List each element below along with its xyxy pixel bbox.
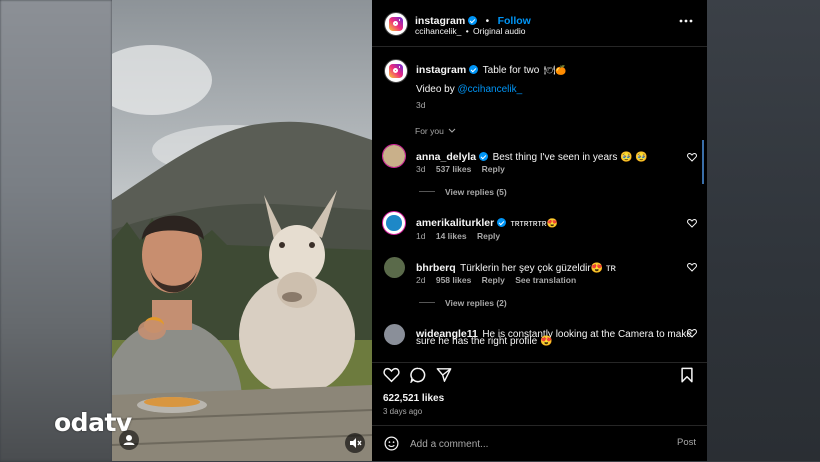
comment-time: 3d <box>416 164 426 174</box>
reply-button[interactable]: Reply <box>482 164 505 174</box>
audio-author-link[interactable]: ccihancelik_ <box>415 26 461 36</box>
verified-badge-icon <box>469 65 479 74</box>
comment-input-bar: Post <box>372 425 707 462</box>
comment-time: 2d <box>416 275 426 285</box>
comment-text: Türklerin her şey çok güzeldir😍 ᴛʀ <box>460 263 616 274</box>
post-date: 3 days ago <box>383 407 423 416</box>
avatar-image <box>384 257 405 278</box>
user-tag-button[interactable] <box>119 430 139 450</box>
save-button-icon[interactable] <box>680 367 694 383</box>
post-header: instagram • Follow ccihancelik_ • Origin… <box>372 0 707 47</box>
share-button-icon[interactable] <box>436 367 452 383</box>
comment-input[interactable] <box>408 435 662 453</box>
comment-likes[interactable]: 958 likes <box>436 275 471 285</box>
comment-body: amerikaliturkler ᴛʀᴛʀᴛʀᴛʀ😍 <box>416 213 558 231</box>
avatar-image <box>383 145 405 167</box>
scrollbar[interactable] <box>702 140 704 184</box>
comment-body: anna_delyla Best thing I've seen in year… <box>416 147 648 165</box>
instagram-logo-icon <box>389 17 403 31</box>
mute-button[interactable] <box>345 433 365 453</box>
post-comment-button[interactable]: Post <box>677 437 696 448</box>
comment-text: Best thing I've seen in years 🥹 🥹 <box>492 152 648 163</box>
comment-button-icon[interactable] <box>410 367 426 383</box>
replies-divider <box>419 191 435 192</box>
caption-line: instagram Table for two 🍽🍊 <box>416 60 566 78</box>
caption-time: 3d <box>416 100 426 110</box>
comment-meta: 1d 14 likes Reply <box>416 231 500 241</box>
comment-username[interactable]: anna_delyla <box>416 151 476 163</box>
action-bar <box>372 362 707 387</box>
reply-button[interactable]: Reply <box>482 275 505 285</box>
comment-likes[interactable]: 14 likes <box>436 231 467 241</box>
like-comment-icon[interactable] <box>687 152 697 162</box>
background-left <box>0 0 112 461</box>
speaker-muted-icon <box>350 438 362 448</box>
credit-handle-link[interactable]: @ccihancelik_ <box>458 84 523 95</box>
post-panel: instagram • Follow ccihancelik_ • Origin… <box>372 0 707 461</box>
comment-meta: 2d 958 likes Reply See translation <box>416 275 576 285</box>
caption-text: Table for two <box>482 65 540 76</box>
view-replies-button[interactable]: View replies (2) <box>445 298 507 308</box>
comment-text: ᴛʀᴛʀᴛʀᴛʀ😍 <box>510 218 558 228</box>
comment-avatar[interactable] <box>382 211 406 235</box>
caption-username[interactable]: instagram <box>416 64 466 76</box>
comment-avatar[interactable] <box>384 324 405 345</box>
instagram-logo-icon <box>389 64 403 78</box>
view-replies-button[interactable]: View replies (5) <box>445 187 507 197</box>
likes-count[interactable]: 622,521 likes <box>383 393 444 404</box>
comment-avatar[interactable] <box>382 144 406 168</box>
comments-fade <box>372 345 707 361</box>
avatar-image <box>384 324 405 345</box>
like-comment-icon[interactable] <box>687 262 697 272</box>
like-comment-icon[interactable] <box>687 218 697 228</box>
comment-username[interactable]: amerikaliturkler <box>416 217 494 229</box>
comment-username[interactable]: bhrberq <box>416 262 456 274</box>
sort-label: For you <box>415 126 444 136</box>
audio-separator: • <box>465 26 469 36</box>
verified-badge-icon <box>468 16 478 25</box>
video-player[interactable] <box>112 0 372 461</box>
user-icon <box>123 435 135 445</box>
chevron-down-icon <box>448 128 456 133</box>
comment-avatar[interactable] <box>384 257 405 278</box>
like-button-icon[interactable] <box>383 367 400 383</box>
background-right <box>707 0 820 461</box>
see-translation-button[interactable]: See translation <box>515 275 576 285</box>
original-audio-link[interactable]: Original audio <box>473 26 525 36</box>
comment-time: 1d <box>416 231 426 241</box>
more-horizontal-icon <box>679 19 693 23</box>
verified-badge-icon <box>479 152 489 161</box>
video-frame <box>112 0 372 461</box>
comment-likes[interactable]: 537 likes <box>436 164 471 174</box>
more-options-button[interactable] <box>679 14 693 33</box>
comment-body: bhrberq Türklerin her şey çok güzeldir😍 … <box>416 258 616 276</box>
comment-meta: 3d 537 likes Reply <box>416 164 505 174</box>
caption-credit: Video by @ccihancelik_ <box>416 84 522 95</box>
caption-avatar[interactable] <box>384 59 408 83</box>
credit-prefix: Video by <box>416 84 455 95</box>
author-avatar[interactable] <box>384 12 408 36</box>
reply-button[interactable]: Reply <box>477 231 500 241</box>
sort-dropdown[interactable]: For you <box>415 126 456 136</box>
caption-emoji: 🍽🍊 <box>543 65 567 75</box>
like-comment-icon[interactable] <box>687 328 697 338</box>
emoji-icon[interactable] <box>384 436 399 451</box>
avatar-image <box>386 215 402 231</box>
verified-badge-icon <box>497 218 507 227</box>
replies-divider <box>419 302 435 303</box>
